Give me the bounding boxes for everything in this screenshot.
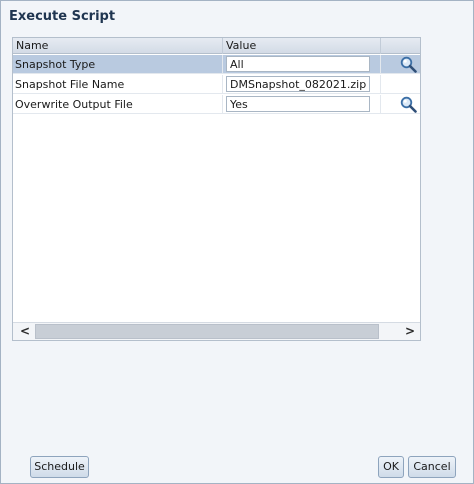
- cancel-button[interactable]: Cancel: [408, 456, 456, 478]
- scroll-right-button[interactable]: >: [400, 323, 420, 340]
- search-icon[interactable]: [400, 56, 417, 73]
- horizontal-scrollbar[interactable]: < >: [13, 322, 420, 340]
- schedule-button[interactable]: Schedule: [30, 456, 89, 478]
- table-row-snapshot-type[interactable]: Snapshot Type: [13, 55, 420, 74]
- table-row-snapshot-file-name[interactable]: Snapshot File Name: [13, 75, 420, 94]
- column-header-value[interactable]: Value: [223, 38, 381, 54]
- ok-button[interactable]: OK: [378, 456, 404, 478]
- overwrite-output-file-input[interactable]: [226, 96, 370, 112]
- snapshot-type-input[interactable]: [226, 56, 370, 72]
- row-name: Overwrite Output File: [13, 95, 223, 114]
- row-name: Snapshot File Name: [13, 75, 223, 94]
- scroll-left-button[interactable]: <: [15, 323, 35, 340]
- search-icon[interactable]: [400, 96, 417, 113]
- column-header-blank: [381, 38, 420, 54]
- execute-script-dialog: Execute Script Name Value Snapshot Type: [0, 0, 474, 484]
- snapshot-file-name-input[interactable]: [226, 76, 370, 92]
- column-header-name[interactable]: Name: [13, 38, 223, 54]
- parameters-grid: Name Value Snapshot Type Snapshot File N…: [12, 37, 421, 341]
- table-row-overwrite-output-file[interactable]: Overwrite Output File: [13, 95, 420, 114]
- scroll-thumb[interactable]: [35, 324, 379, 339]
- dialog-title: Execute Script: [9, 9, 116, 24]
- grid-header: Name Value: [13, 38, 420, 54]
- row-name: Snapshot Type: [13, 55, 223, 74]
